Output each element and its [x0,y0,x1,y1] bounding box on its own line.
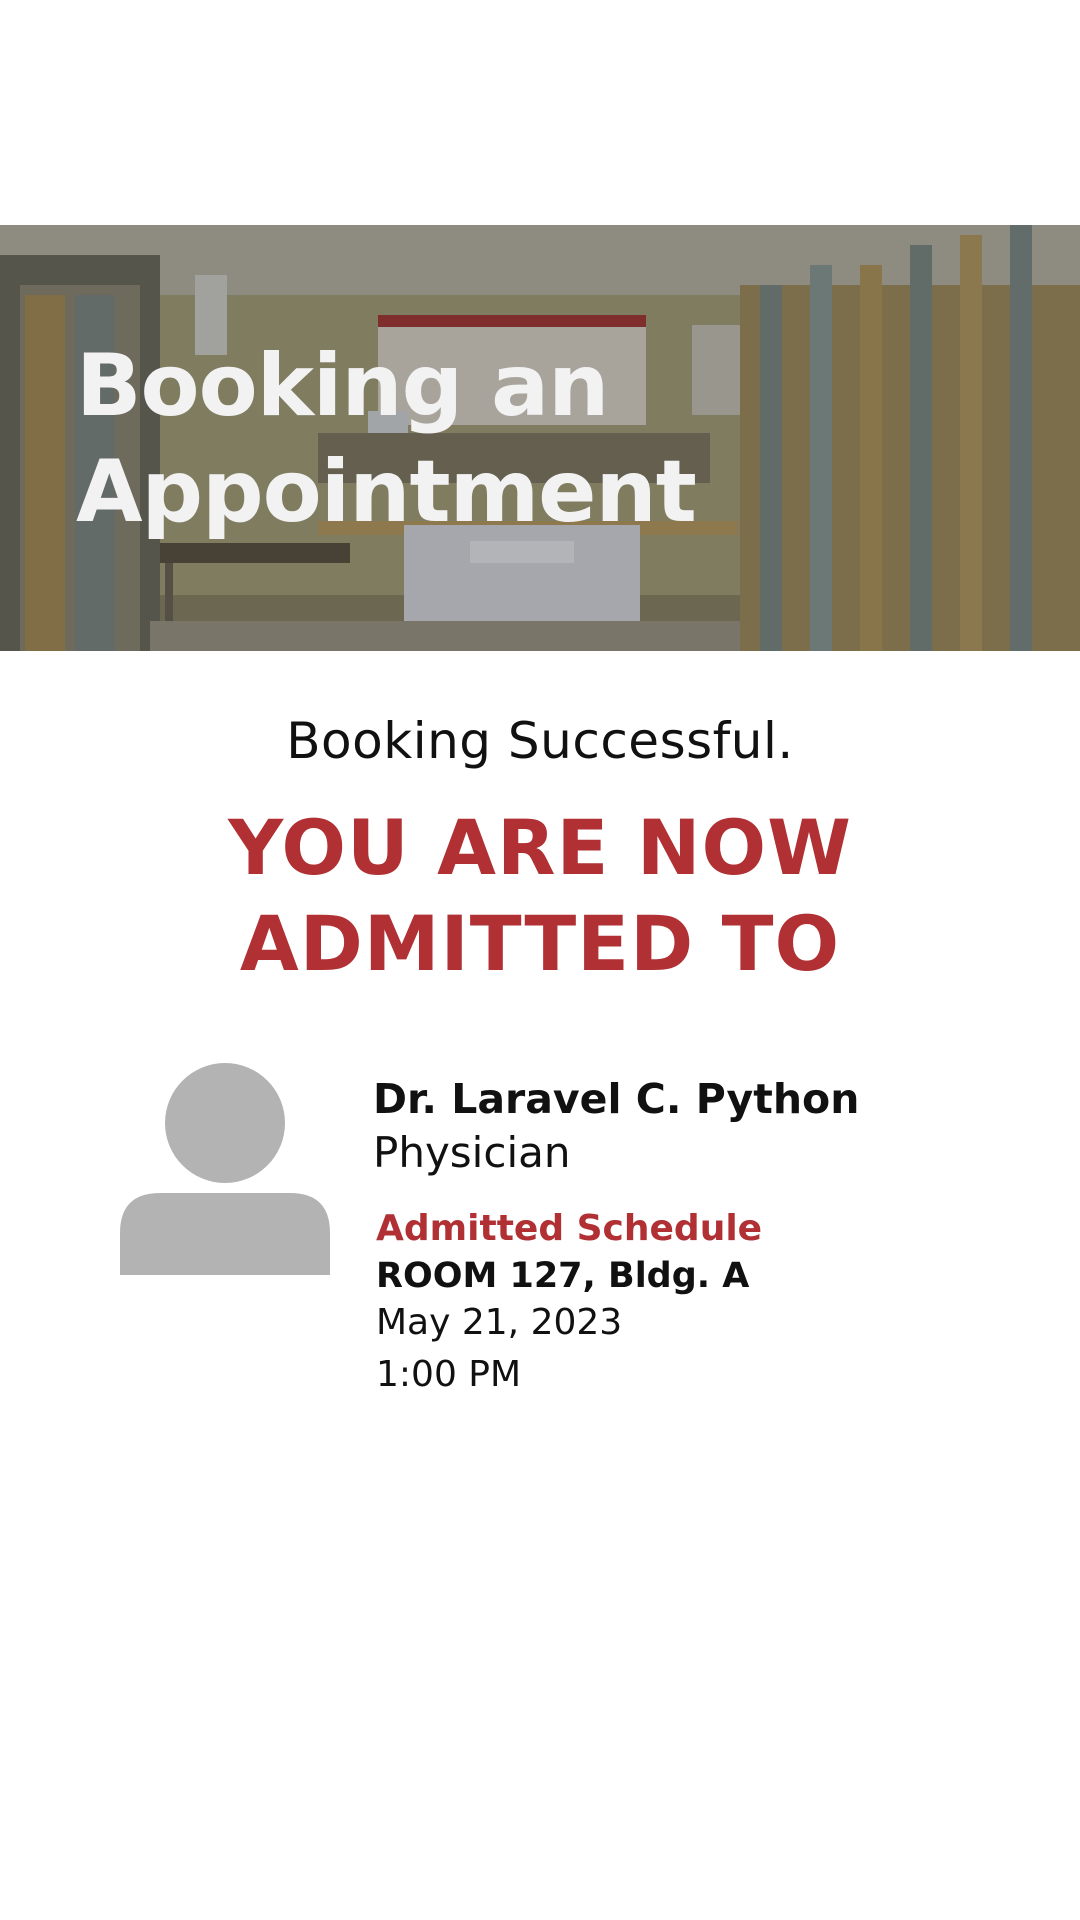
room-location: ROOM 127, Bldg. A [376,1256,750,1296]
doctor-role: Physician [373,1128,571,1177]
booking-status-text: Booking Successful. [286,712,794,770]
page-title: Booking an Appointment [76,336,697,542]
hero-banner: Booking an Appointment [0,225,1080,651]
avatar-icon [120,1063,330,1275]
schedule-label: Admitted Schedule [376,1208,763,1249]
appointment-time: 1:00 PM [376,1354,522,1395]
admitted-heading: YOU ARE NOW ADMITTED TO [228,803,852,988]
appointment-date: May 21, 2023 [376,1302,623,1343]
doctor-name: Dr. Laravel C. Python [373,1075,860,1123]
